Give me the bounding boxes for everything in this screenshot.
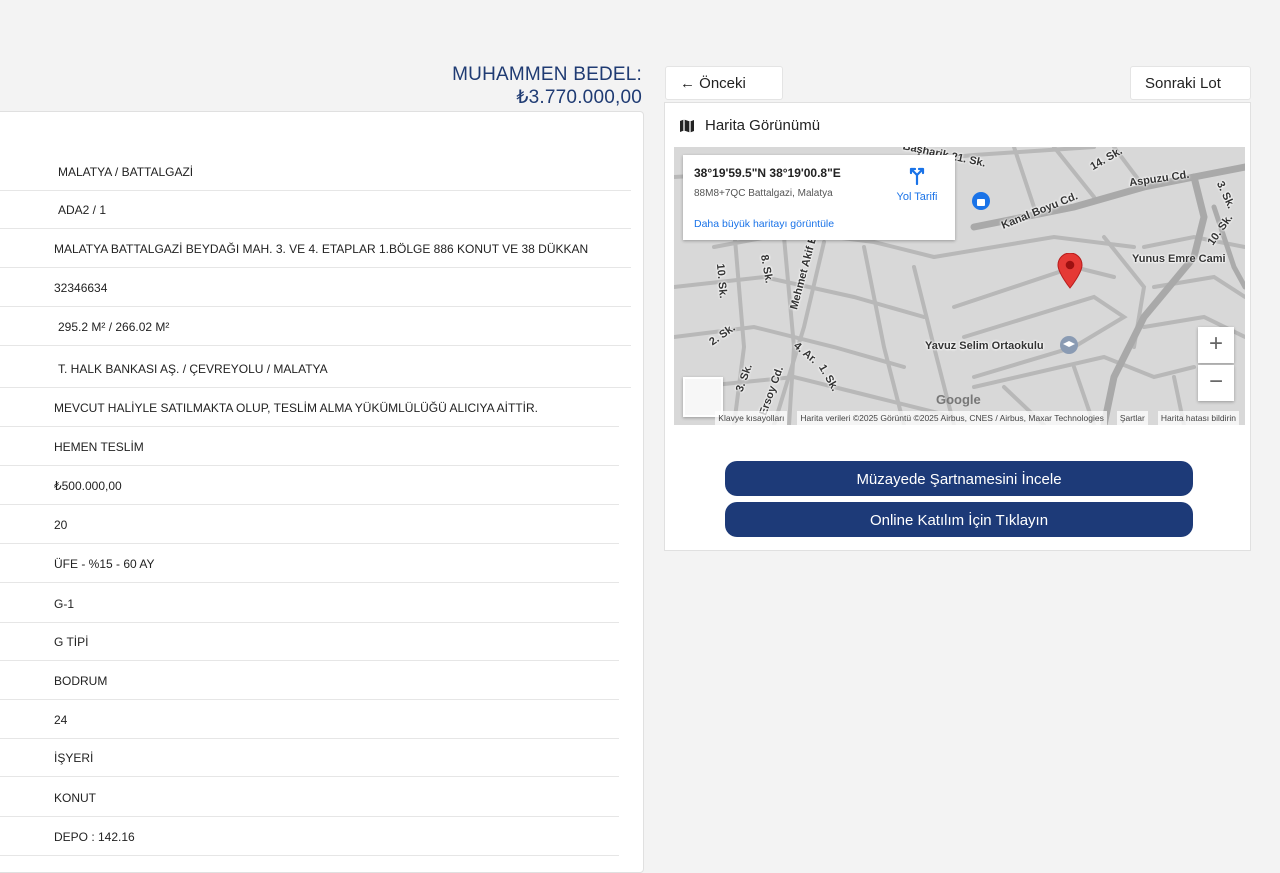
map-title-label: Harita Görünümü <box>705 117 821 134</box>
detail-value: DEPO : 142.16 <box>54 830 135 844</box>
detail-value: 24 <box>54 713 68 727</box>
keyboard-shortcuts-link[interactable]: Klavye kısayolları <box>715 411 788 425</box>
detail-value: BODRUM <box>54 674 108 688</box>
directions-label: Yol Tarifi <box>896 191 938 203</box>
terms-link[interactable]: Şartlar <box>1116 411 1148 425</box>
map-attribution-bar: Klavye kısayolları Harita verileri ©2025… <box>674 411 1245 425</box>
zoom-out-button[interactable]: − <box>1198 365 1234 401</box>
next-lot-button[interactable]: Sonraki Lot → <box>1130 66 1251 126</box>
detail-row: MEVCUT HALİYLE SATILMAKTA OLUP, TESLİM A… <box>0 389 619 427</box>
detail-row: G-1 <box>0 585 619 623</box>
detail-row: G TİPİ <box>0 623 619 661</box>
detail-value: G-1 <box>54 597 75 611</box>
map-label: Yunus Emre Cami <box>1132 253 1226 265</box>
detail-value: MALATYA BATTALGAZİ BEYDAĞI MAH. 3. VE 4.… <box>54 242 589 256</box>
zoom-in-button[interactable]: + <box>1198 327 1234 363</box>
report-error-link[interactable]: Harita hatası bildirin <box>1157 411 1239 425</box>
detail-row: HEMEN TESLİM <box>0 428 619 466</box>
detail-value: KONUT <box>54 791 96 805</box>
school-icon <box>1060 336 1078 354</box>
detail-value: ADA2 / 1 <box>58 203 107 217</box>
map-data-attribution: Harita verileri ©2025 Görüntü ©2025 Airb… <box>797 411 1107 425</box>
map-icon <box>680 119 694 132</box>
larger-map-link[interactable]: Daha büyük haritayı görüntüle <box>694 218 834 230</box>
detail-value: MEVCUT HALİYLE SATILMAKTA OLUP, TESLİM A… <box>54 401 538 415</box>
detail-value: G TİPİ <box>54 635 89 649</box>
location-info-box: 38°19'59.5"N 38°19'00.8"E 88M8+7QC Batta… <box>683 155 955 240</box>
directions-icon <box>909 167 925 186</box>
detail-row: ÜFE - %15 - 60 AY <box>0 545 619 583</box>
detail-value: T. HALK BANKASI AŞ. / ÇEVREYOLU / MALATY… <box>58 362 328 376</box>
detail-value: ₺500.000,00 <box>54 479 122 493</box>
detail-value: 20 <box>54 518 68 532</box>
detail-row: 24 <box>0 701 619 739</box>
detail-row: T. HALK BANKASI AŞ. / ÇEVREYOLU / MALATY… <box>0 350 631 388</box>
detail-value: HEMEN TESLİM <box>54 440 144 454</box>
detail-row: MALATYA / BATTALGAZİ <box>0 153 631 191</box>
detail-row: 32346634 <box>0 269 631 307</box>
map-pin-icon[interactable] <box>1057 253 1083 289</box>
detail-row: BODRUM <box>0 662 619 700</box>
detail-value: 32346634 <box>54 281 108 295</box>
detail-value: MALATYA / BATTALGAZİ <box>58 165 194 179</box>
online-participation-button[interactable]: Online Katılım İçin Tıklayın <box>725 502 1193 537</box>
google-logo: Google <box>936 392 981 407</box>
map-card: Harita Görünümü 21. Sk. Aspuzu Cd. Kanal… <box>664 102 1251 551</box>
detail-value: İŞYERİ <box>54 751 94 765</box>
map-label: Yavuz Selim Ortaokulu <box>925 340 1044 352</box>
directions-button[interactable]: Yol Tarifi <box>889 165 945 203</box>
previous-lot-button[interactable]: ← Önceki Lot <box>665 66 783 126</box>
map-title: Harita Görünümü <box>679 117 820 134</box>
coordinates-text: 38°19'59.5"N 38°19'00.8"E <box>694 166 841 180</box>
price-heading: MUHAMMEN BEDEL: ₺3.770.000,00 <box>452 64 642 108</box>
detail-row: 295.2 M² / 266.02 M² <box>0 308 631 346</box>
detail-row: 20 <box>0 506 619 544</box>
plus-code-text: 88M8+7QC Battalgazi, Malatya <box>694 188 833 199</box>
detail-value: 295.2 M² / 266.02 M² <box>58 320 170 334</box>
detail-row: ₺500.000,00 <box>0 467 619 505</box>
detail-row: ADA2 / 1 <box>0 191 631 229</box>
detail-row: KONUT <box>0 779 619 817</box>
detail-row: MALATYA BATTALGAZİ BEYDAĞI MAH. 3. VE 4.… <box>0 230 631 268</box>
detail-row: DEPO : 142.16 <box>0 818 619 856</box>
shopping-icon <box>972 192 990 210</box>
map-view[interactable]: Başharik 21. Sk. Aspuzu Cd. Kanal Boyu C… <box>674 147 1245 425</box>
view-specification-button[interactable]: Müzayede Şartnamesini İncele <box>725 461 1193 496</box>
detail-value: ÜFE - %15 - 60 AY <box>54 557 155 571</box>
detail-row: İŞYERİ <box>0 739 619 777</box>
